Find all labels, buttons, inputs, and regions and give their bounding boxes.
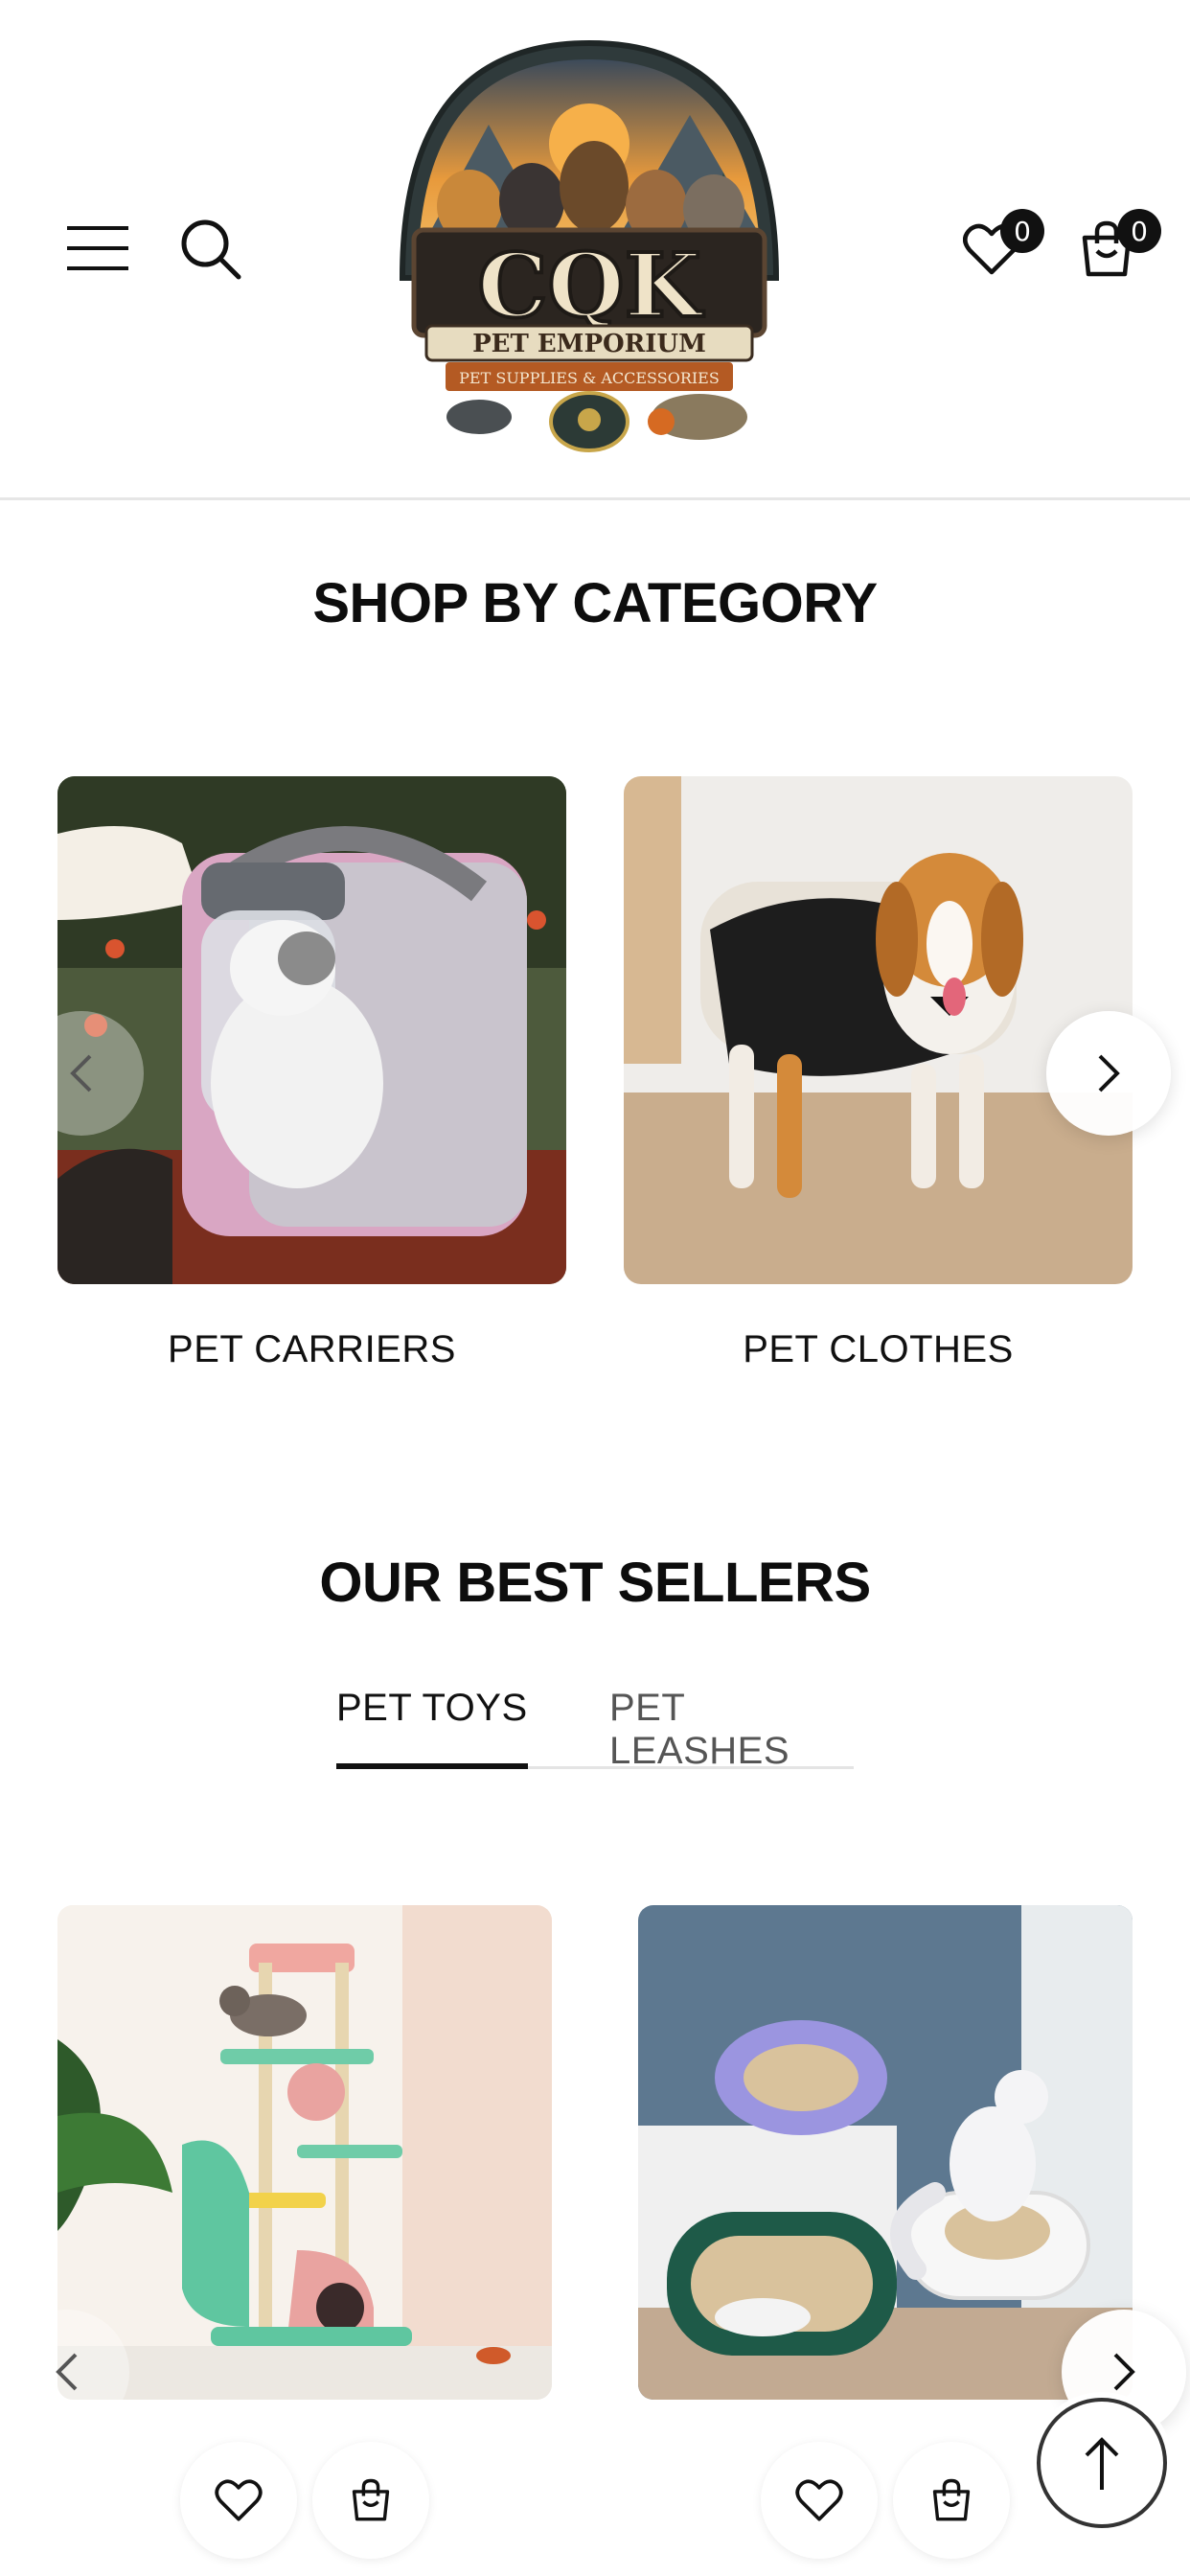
cart-button[interactable]: 0 <box>1064 209 1161 288</box>
shop-by-category-heading: SHOP BY CATEGORY <box>312 572 878 634</box>
tab-pet-toys[interactable]: PET TOYS <box>336 1687 528 1769</box>
cat-scratcher-image <box>638 1905 1133 2400</box>
arrow-up-icon <box>1085 2437 1119 2490</box>
search-icon <box>181 219 241 280</box>
chevron-right-icon <box>1098 1054 1120 1092</box>
product-carousel-prev-button[interactable] <box>5 2310 129 2434</box>
pet-clothes-image <box>624 776 1133 1284</box>
category-label-pet-clothes[interactable]: PET CLOTHES <box>624 1328 1133 1371</box>
category-label-pet-carriers[interactable]: PET CARRIERS <box>57 1328 566 1371</box>
hamburger-icon <box>67 226 128 270</box>
wishlist-button[interactable]: 0 <box>949 209 1044 288</box>
product-card-cat-scratcher[interactable] <box>638 1905 1133 2400</box>
category-card-pet-clothes[interactable] <box>624 776 1133 1284</box>
product-card-cat-tree[interactable] <box>57 1905 552 2400</box>
chevron-right-icon <box>1113 2353 1135 2391</box>
category-carousel-next-button[interactable] <box>1046 1011 1171 1136</box>
chevron-left-icon <box>70 1054 92 1092</box>
best-sellers-tabs: PET TOYS PET LEASHES <box>336 1687 854 1772</box>
cart-count-badge: 0 <box>1117 209 1161 253</box>
scroll-to-top-button[interactable] <box>1037 2398 1167 2528</box>
shopping-bag-icon <box>352 2478 390 2521</box>
wishlist-count-badge: 0 <box>1000 209 1044 253</box>
menu-button[interactable] <box>57 213 138 284</box>
search-button[interactable] <box>172 211 249 288</box>
svg-text:PET SUPPLIES & ACCESSORIES: PET SUPPLIES & ACCESSORIES <box>459 369 720 387</box>
add-to-wishlist-button[interactable] <box>761 2442 878 2559</box>
pet-carrier-image <box>57 776 566 1284</box>
category-carousel-prev-button[interactable] <box>19 1011 144 1136</box>
add-to-cart-button[interactable] <box>312 2442 429 2559</box>
heart-icon <box>215 2479 263 2521</box>
site-header: CQK PET EMPORIUM PET SUPPLIES & ACCESSOR… <box>0 0 1190 500</box>
add-to-wishlist-button[interactable] <box>180 2442 297 2559</box>
logo-graphic: CQK PET EMPORIUM PET SUPPLIES & ACCESSOR… <box>399 39 780 452</box>
brand-logo[interactable]: CQK PET EMPORIUM PET SUPPLIES & ACCESSOR… <box>374 38 805 460</box>
best-sellers-heading: OUR BEST SELLERS <box>319 1552 871 1614</box>
heart-icon <box>795 2479 843 2521</box>
svg-text:PET EMPORIUM: PET EMPORIUM <box>472 330 706 358</box>
add-to-cart-button[interactable] <box>893 2442 1010 2559</box>
category-card-pet-carriers[interactable] <box>57 776 566 1284</box>
chevron-left-icon <box>56 2353 78 2391</box>
shopping-bag-icon <box>932 2478 971 2521</box>
svg-text:CQK: CQK <box>477 234 703 337</box>
tab-pet-leashes[interactable]: PET LEASHES <box>609 1687 854 1794</box>
cat-tree-image <box>57 1905 552 2400</box>
